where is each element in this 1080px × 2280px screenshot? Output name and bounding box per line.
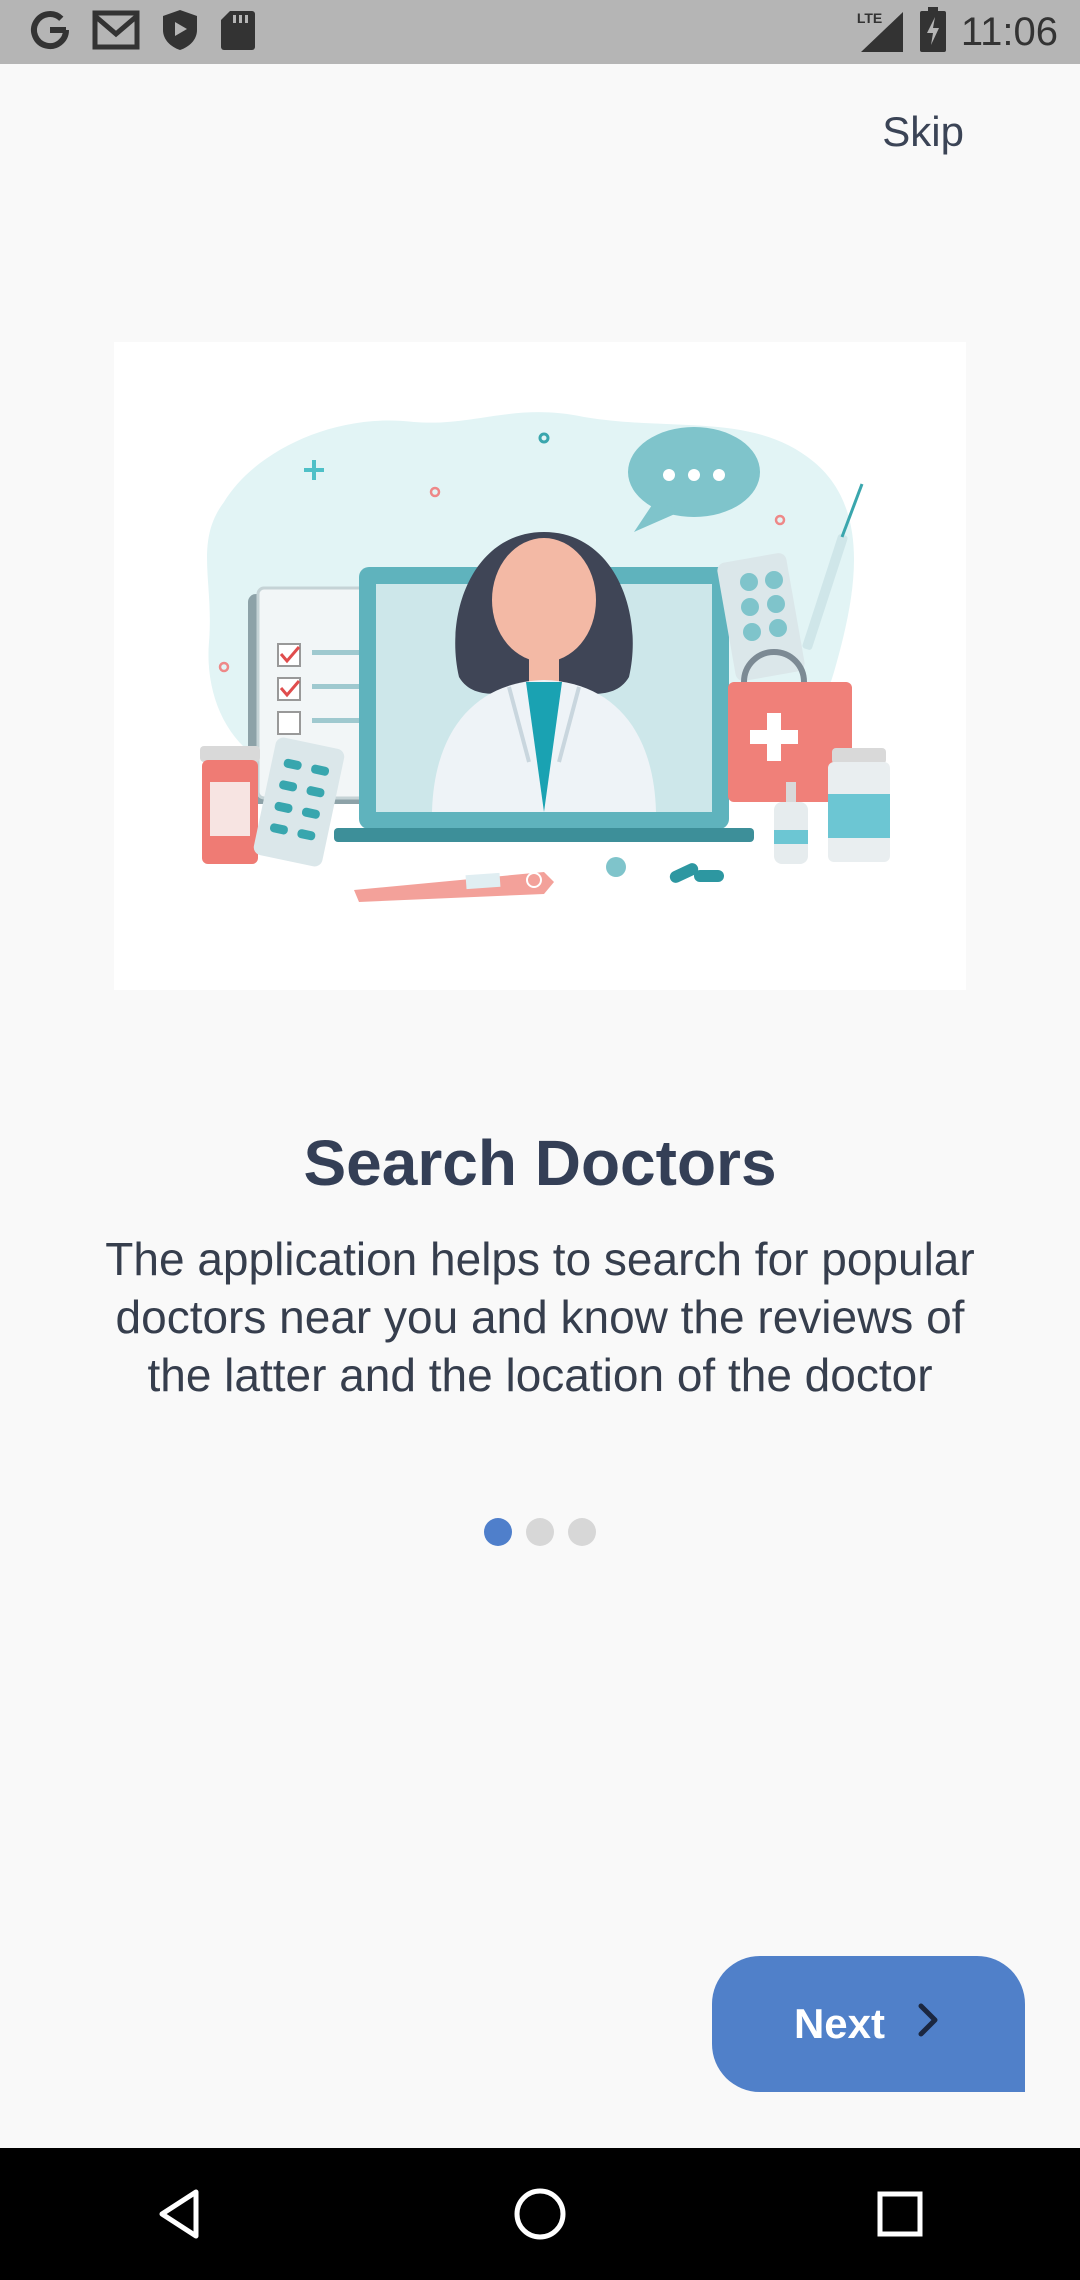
sd-card-icon <box>220 9 256 56</box>
clock: 11:06 <box>960 9 1058 54</box>
status-system: LTE 11:06 <box>856 6 1058 58</box>
recents-icon[interactable] <box>860 2174 940 2254</box>
battery-icon <box>919 6 947 58</box>
thermometer-icon <box>354 872 554 902</box>
medicine-bottle-right <box>828 748 890 862</box>
next-button-label: Next <box>793 2000 886 2047</box>
network-type-label: LTE <box>856 10 883 26</box>
onboarding-screen: LTE 11:06 Skip Search Doctors The applic… <box>0 0 1080 2280</box>
status-bar: LTE 11:06 <box>0 0 1080 64</box>
page-indicator <box>0 1518 1080 1546</box>
medicine-bottle-left <box>200 746 260 864</box>
home-icon[interactable] <box>500 2174 580 2254</box>
gmail-icon <box>92 10 140 55</box>
google-icon <box>28 8 72 57</box>
system-nav-bar <box>0 2148 1080 2280</box>
signal-icon: LTE <box>856 10 905 54</box>
onboarding-illustration <box>114 342 966 990</box>
back-icon[interactable] <box>140 2174 220 2254</box>
chevron-right-icon <box>915 2000 943 2048</box>
page-title: Search Doctors <box>303 1127 777 1199</box>
page-description: The application helps to search for popu… <box>105 1233 975 1401</box>
page-dot-1 <box>484 1518 512 1546</box>
page-dot-3 <box>568 1518 596 1546</box>
page-dot-2 <box>526 1518 554 1546</box>
skip-button[interactable]: Skip <box>882 108 964 156</box>
status-notifications <box>28 8 256 57</box>
next-button[interactable]: Next <box>712 1956 1025 2092</box>
shield-icon <box>160 8 200 57</box>
